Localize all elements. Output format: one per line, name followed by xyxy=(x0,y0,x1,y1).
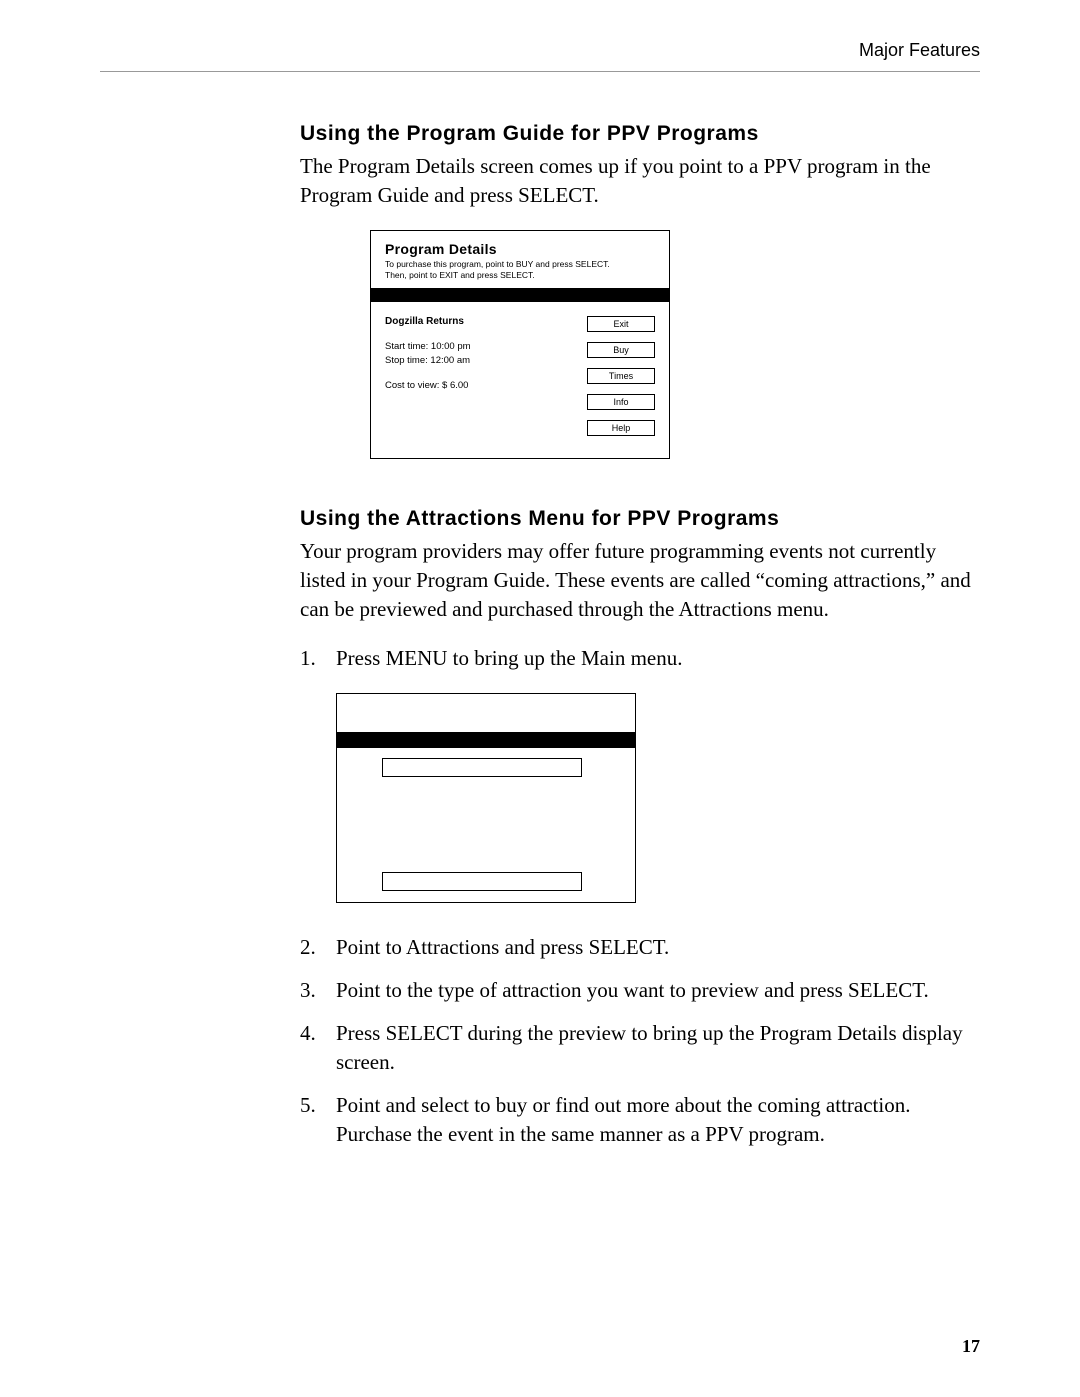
step-1: Press MENU to bring up the Main menu. xyxy=(300,644,980,903)
pd-title: Program Details xyxy=(385,241,655,257)
mm-divider-bar xyxy=(337,732,635,748)
step-4: Press SELECT during the preview to bring… xyxy=(300,1019,980,1077)
pd-start-time: Start time: 10:00 pm xyxy=(385,341,575,352)
buy-button[interactable]: Buy xyxy=(587,342,655,358)
pd-stop-time: Stop time: 12:00 am xyxy=(385,355,575,366)
section2-paragraph: Your program providers may offer future … xyxy=(300,537,980,624)
step-1-text: Press MENU to bring up the Main menu. xyxy=(336,646,682,670)
step-5: Point and select to buy or find out more… xyxy=(300,1091,980,1149)
pd-sub2: Then, point to EXIT and press SELECT. xyxy=(385,270,655,281)
section-heading-1: Using the Program Guide for PPV Programs xyxy=(300,122,980,146)
program-details-screen: Program Details To purchase this program… xyxy=(370,230,670,459)
main-menu-screen xyxy=(336,693,636,903)
mm-option-box-1[interactable] xyxy=(382,758,582,777)
pd-divider-bar xyxy=(371,288,669,302)
section1-paragraph: The Program Details screen comes up if y… xyxy=(300,152,980,210)
times-button[interactable]: Times xyxy=(587,368,655,384)
program-details-figure: Program Details To purchase this program… xyxy=(370,230,980,459)
pd-program-name: Dogzilla Returns xyxy=(385,316,575,327)
page-header: Major Features xyxy=(100,40,980,72)
step-3: Point to the type of attraction you want… xyxy=(300,976,980,1005)
pd-cost: Cost to view: $ 6.00 xyxy=(385,380,575,391)
info-button[interactable]: Info xyxy=(587,394,655,410)
exit-button[interactable]: Exit xyxy=(587,316,655,332)
help-button[interactable]: Help xyxy=(587,420,655,436)
section-heading-2: Using the Attractions Menu for PPV Progr… xyxy=(300,507,980,531)
pd-sub1: To purchase this program, point to BUY a… xyxy=(385,259,655,270)
main-menu-figure xyxy=(336,693,980,903)
mm-option-box-2[interactable] xyxy=(382,872,582,891)
pd-header: Program Details To purchase this program… xyxy=(371,231,669,288)
step-2: Point to Attractions and press SELECT. xyxy=(300,933,980,962)
page-number: 17 xyxy=(962,1336,980,1357)
